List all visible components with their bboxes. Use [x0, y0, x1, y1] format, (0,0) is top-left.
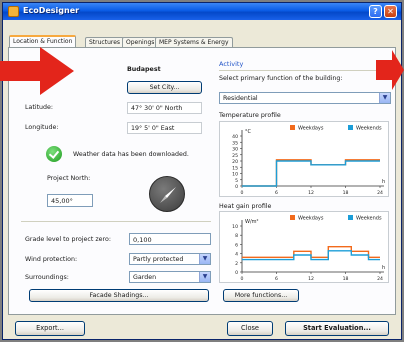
- project-north-label: Project North:: [47, 175, 91, 182]
- close-window-button[interactable]: ✕: [384, 5, 397, 18]
- grade-level-label: Grade level to project zero:: [25, 236, 111, 243]
- latitude-label: Latitude:: [25, 104, 54, 111]
- longitude-label: Longitude:: [25, 124, 59, 131]
- grade-level-input[interactable]: 0,100: [129, 233, 211, 245]
- legend-swatch: [290, 215, 295, 220]
- annotation-arrow-left-icon: [0, 47, 74, 95]
- x-axis-label: h: [382, 179, 385, 185]
- legend-label: Weekdays: [298, 216, 324, 222]
- app-icon: [8, 6, 19, 17]
- y-tick-label: 30: [232, 147, 238, 153]
- x-tick-label: 6: [275, 276, 278, 282]
- y-tick-label: 5: [235, 178, 238, 184]
- y-axis-label: °C: [245, 129, 252, 135]
- y-tick-label: 6: [235, 242, 238, 248]
- x-tick-label: 18: [343, 276, 349, 282]
- heat-gain-profile-chart: 0 2 4 6 8 10 0 6 12 18 24 W/m² h Weekdays Weekends: [219, 211, 389, 283]
- surroundings-select[interactable]: Garden ▼: [129, 271, 211, 283]
- window-title: EcoDesigner: [23, 6, 80, 15]
- annotation-arrow-right-icon: [376, 50, 404, 90]
- x-tick-label: 24: [377, 190, 383, 196]
- y-tick-label: 4: [235, 252, 238, 258]
- tab-bar: Location & Function Structures Openings …: [3, 21, 401, 48]
- compass-needle-icon: [160, 187, 176, 203]
- close-button[interactable]: Close: [227, 321, 273, 336]
- temperature-profile-plot: 0510152025303540 0 6 12 18 24 °C h Weekdays Weeke…: [232, 125, 385, 196]
- legend-label: Weekdays: [298, 126, 324, 132]
- legend-label: Weekends: [356, 126, 382, 132]
- weather-status-text: Weather data has been downloaded.: [73, 151, 189, 158]
- y-tick-label: 0: [235, 184, 238, 190]
- x-axis-label: h: [382, 265, 385, 271]
- project-north-input[interactable]: 45,00°: [47, 194, 93, 207]
- primary-function-select[interactable]: Residential ▼: [219, 92, 391, 104]
- y-axis-label: W/m²: [245, 219, 259, 225]
- success-check-icon: [46, 146, 62, 162]
- facade-shadings-button[interactable]: Facade Shadings...: [29, 289, 209, 302]
- x-tick-label: 0: [241, 276, 244, 282]
- x-tick-label: 24: [377, 276, 383, 282]
- temperature-profile-label: Temperature profile: [219, 112, 281, 119]
- temperature-profile-chart: 0 5 10 15 20 25 30 35 40 0 6 12 18 24 °C h Weekdays Weeke…: [219, 121, 389, 197]
- y-tick-label: 15: [232, 165, 238, 171]
- surroundings-label: Surroundings:: [25, 274, 69, 281]
- primary-function-label: Select primary function of the building:: [219, 75, 343, 82]
- set-city-button[interactable]: Set City...: [127, 81, 202, 94]
- wind-protection-select[interactable]: Partly protected ▼: [129, 253, 211, 265]
- y-tick-label: 40: [232, 134, 238, 140]
- y-tick-label: 25: [232, 153, 238, 159]
- x-tick-label: 18: [343, 190, 349, 196]
- y-tick-label: 10: [232, 172, 238, 178]
- longitude-value: 19° 5' 0" East: [127, 122, 202, 134]
- more-functions-button[interactable]: More functions...: [223, 289, 299, 302]
- chevron-down-icon: ▼: [199, 272, 210, 282]
- export-button[interactable]: Export...: [15, 321, 85, 336]
- legend-swatch: [290, 125, 295, 130]
- series-line: [242, 160, 380, 187]
- x-tick-label: 0: [241, 190, 244, 196]
- heat-gain-profile-label: Heat gain profile: [219, 203, 272, 210]
- x-tick-label: 6: [275, 190, 278, 196]
- help-button[interactable]: ?: [369, 5, 382, 18]
- title-bar[interactable]: EcoDesigner ? ✕: [3, 3, 401, 20]
- y-tick-label: 20: [232, 159, 238, 165]
- wind-protection-label: Wind protection:: [25, 256, 78, 263]
- y-tick-label: 2: [235, 261, 238, 267]
- y-tick-label: 8: [235, 233, 238, 239]
- legend-label: Weekends: [356, 216, 382, 222]
- legend-swatch: [348, 215, 353, 220]
- project-north-compass[interactable]: [149, 176, 185, 212]
- start-evaluation-button[interactable]: Start Evaluation...: [285, 321, 389, 336]
- x-tick-label: 12: [308, 190, 314, 196]
- chevron-down-icon: ▼: [199, 254, 210, 264]
- latitude-value: 47° 30' 0" North: [127, 102, 202, 114]
- activity-group-title: Activity: [219, 60, 244, 68]
- x-tick-label: 12: [308, 276, 314, 282]
- legend-swatch: [348, 125, 353, 130]
- chevron-down-icon: ▼: [379, 93, 390, 103]
- y-tick-label: 10: [232, 224, 238, 230]
- heat-gain-profile-plot: 02468100 6 12 18 24W/m²hWeekdays Weekends: [232, 215, 385, 282]
- y-tick-label: 0: [235, 270, 238, 276]
- city-name: Budapest: [127, 66, 161, 73]
- y-tick-label: 35: [232, 140, 238, 146]
